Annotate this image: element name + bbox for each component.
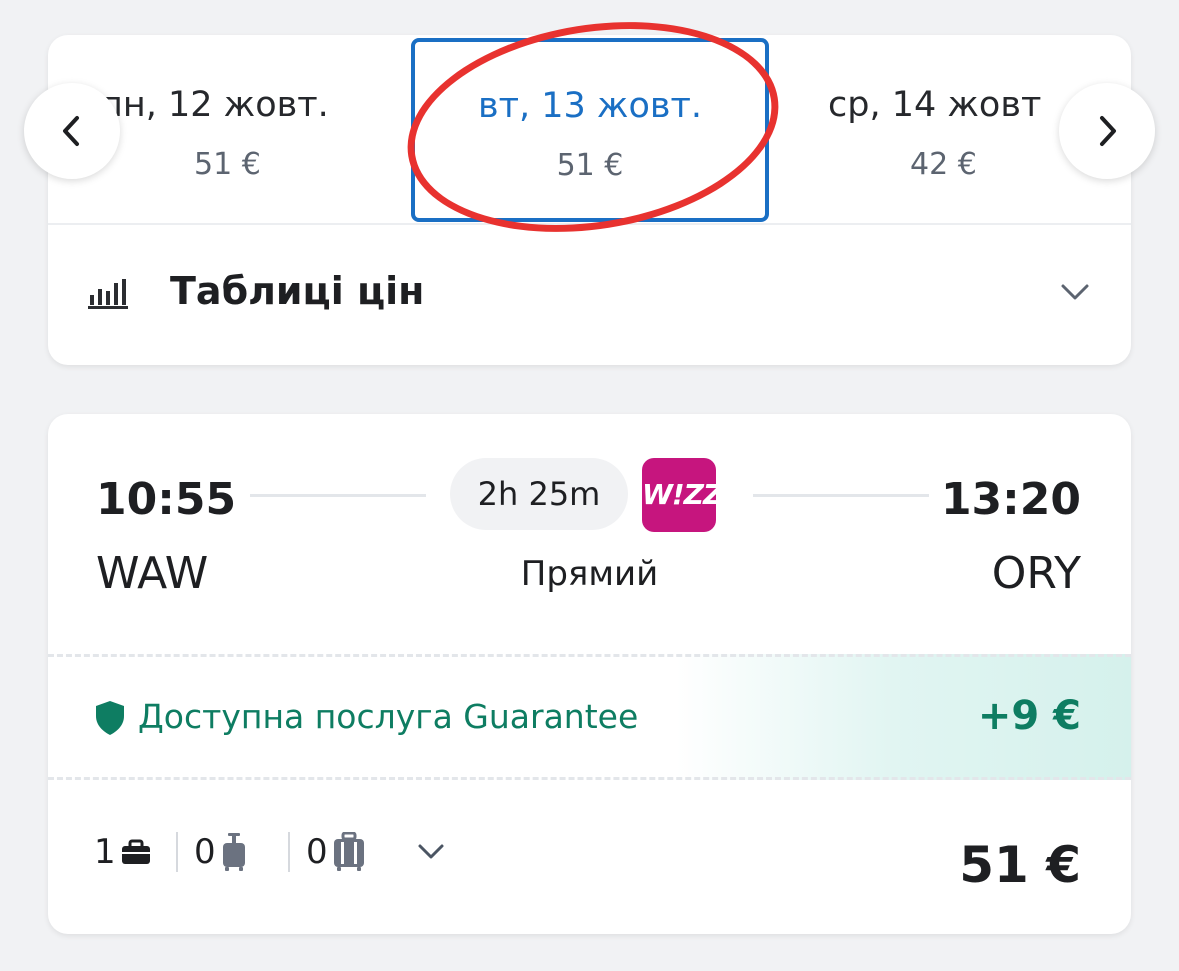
duration-badge: 2h 25m [450,458,628,530]
date-price: 51 € [194,147,261,182]
chevron-right-icon [1100,116,1116,146]
divider [176,832,178,872]
bag-count: 1 [94,832,116,872]
date-label: ср, 14 жовт [828,85,1042,125]
guarantee-row[interactable]: Доступна послуга Guarantee +9 € [48,654,1131,780]
personal-item-count: 1 [94,832,152,872]
price-table-label: Таблиці цін [170,269,425,313]
briefcase-icon [121,839,150,864]
bag-count: 0 [194,832,216,872]
airline-logo: W!ZZ [642,458,723,532]
checked-bag-icon [333,832,364,871]
bar-chart-icon [88,279,128,309]
date-option-selected[interactable]: вт, 13 жовт. 51 € [411,38,769,222]
cabin-bag-count: 0 [194,832,248,872]
date-label: пн, 12 жовт. [100,85,329,125]
date-option-prev[interactable]: пн, 12 жовт. 51 € [94,35,364,225]
prev-date-button[interactable] [24,83,120,179]
checked-bag-count: 0 [306,832,366,872]
route-line [753,494,929,497]
bag-count: 0 [306,832,328,872]
total-price: 51 € [959,836,1081,894]
route-line [250,494,426,497]
chevron-left-icon [63,116,79,146]
flight-result-card[interactable]: 10:55 2h 25m W!ZZ 13:20 WAW Прямий ORY Д… [48,414,1131,934]
date-strip: пн, 12 жовт. 51 € вт, 13 жовт. 51 € ср, … [48,35,1131,225]
chevron-down-icon[interactable] [416,842,446,862]
price-table-toggle[interactable]: Таблиці цін [48,227,1131,365]
divider [288,832,290,872]
arrival-airport: ORY [991,548,1081,599]
guarantee-label: Доступна послуга Guarantee [138,697,639,736]
stops-label: Прямий [520,554,659,594]
guarantee-price: +9 € [977,693,1081,739]
baggage-row[interactable]: 1 0 0 51 € [48,780,1131,934]
departure-time: 10:55 [96,474,237,525]
shield-icon [96,701,124,735]
chevron-down-icon [1061,284,1089,300]
arrival-time: 13:20 [940,474,1081,525]
date-label: вт, 13 жовт. [477,86,702,126]
date-price: 42 € [910,147,977,182]
date-price: 51 € [556,148,624,183]
date-selector-card: пн, 12 жовт. 51 € вт, 13 жовт. 51 € ср, … [48,35,1131,365]
cabin-bag-icon [222,833,245,871]
next-date-button[interactable] [1059,83,1155,179]
